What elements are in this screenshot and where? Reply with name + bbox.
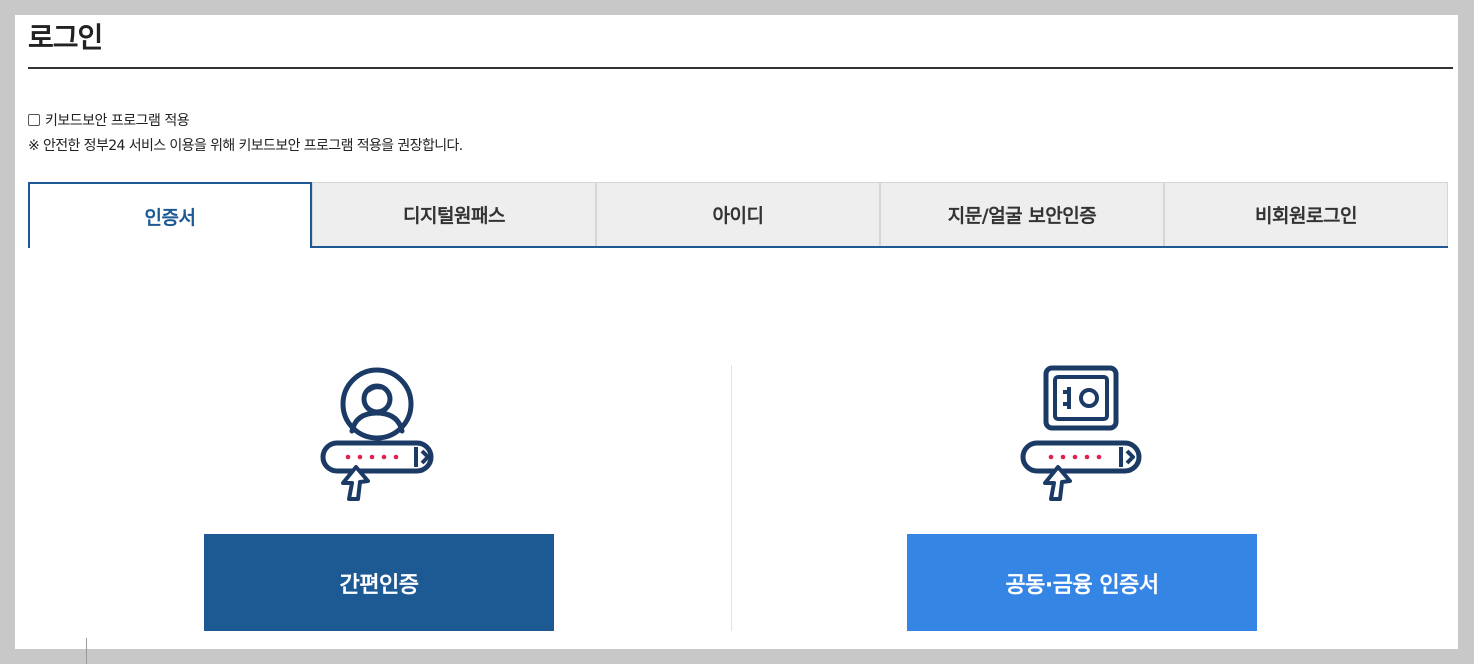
tab-guest-login[interactable]: 비회원로그인 bbox=[1164, 182, 1448, 246]
page-title: 로그인 bbox=[28, 21, 103, 54]
keyboard-security-checkbox[interactable] bbox=[28, 114, 40, 126]
keyboard-security-label[interactable]: 키보드보안 프로그램 적용 bbox=[45, 110, 190, 130]
simple-auth-button[interactable]: 간편인증 bbox=[204, 534, 554, 631]
keyboard-security-option[interactable]: 키보드보안 프로그램 적용 bbox=[28, 110, 190, 130]
joint-cert-button[interactable]: 공동·금융 인증서 bbox=[907, 534, 1257, 631]
title-divider bbox=[28, 67, 1453, 69]
tab-id[interactable]: 아이디 bbox=[596, 182, 880, 246]
safe-password-icon bbox=[1018, 365, 1144, 505]
tab-digital-onepass[interactable]: 디지털원패스 bbox=[312, 182, 596, 246]
keyboard-security-notice: ※ 안전한 정부24 서비스 이용을 위해 키보드보안 프로그램 적용을 권장합… bbox=[28, 138, 463, 154]
options-divider bbox=[731, 365, 732, 631]
bottom-divider bbox=[86, 638, 87, 664]
login-panel: 로그인 키보드보안 프로그램 적용 ※ 안전한 정부24 서비스 이용을 위해 … bbox=[15, 15, 1458, 649]
tab-certificate[interactable]: 인증서 bbox=[28, 182, 312, 248]
user-password-icon bbox=[318, 365, 444, 505]
tab-biometric[interactable]: 지문/얼굴 보안인증 bbox=[880, 182, 1164, 246]
login-method-tabs: 인증서 디지털원패스 아이디 지문/얼굴 보안인증 비회원로그인 bbox=[28, 182, 1448, 248]
